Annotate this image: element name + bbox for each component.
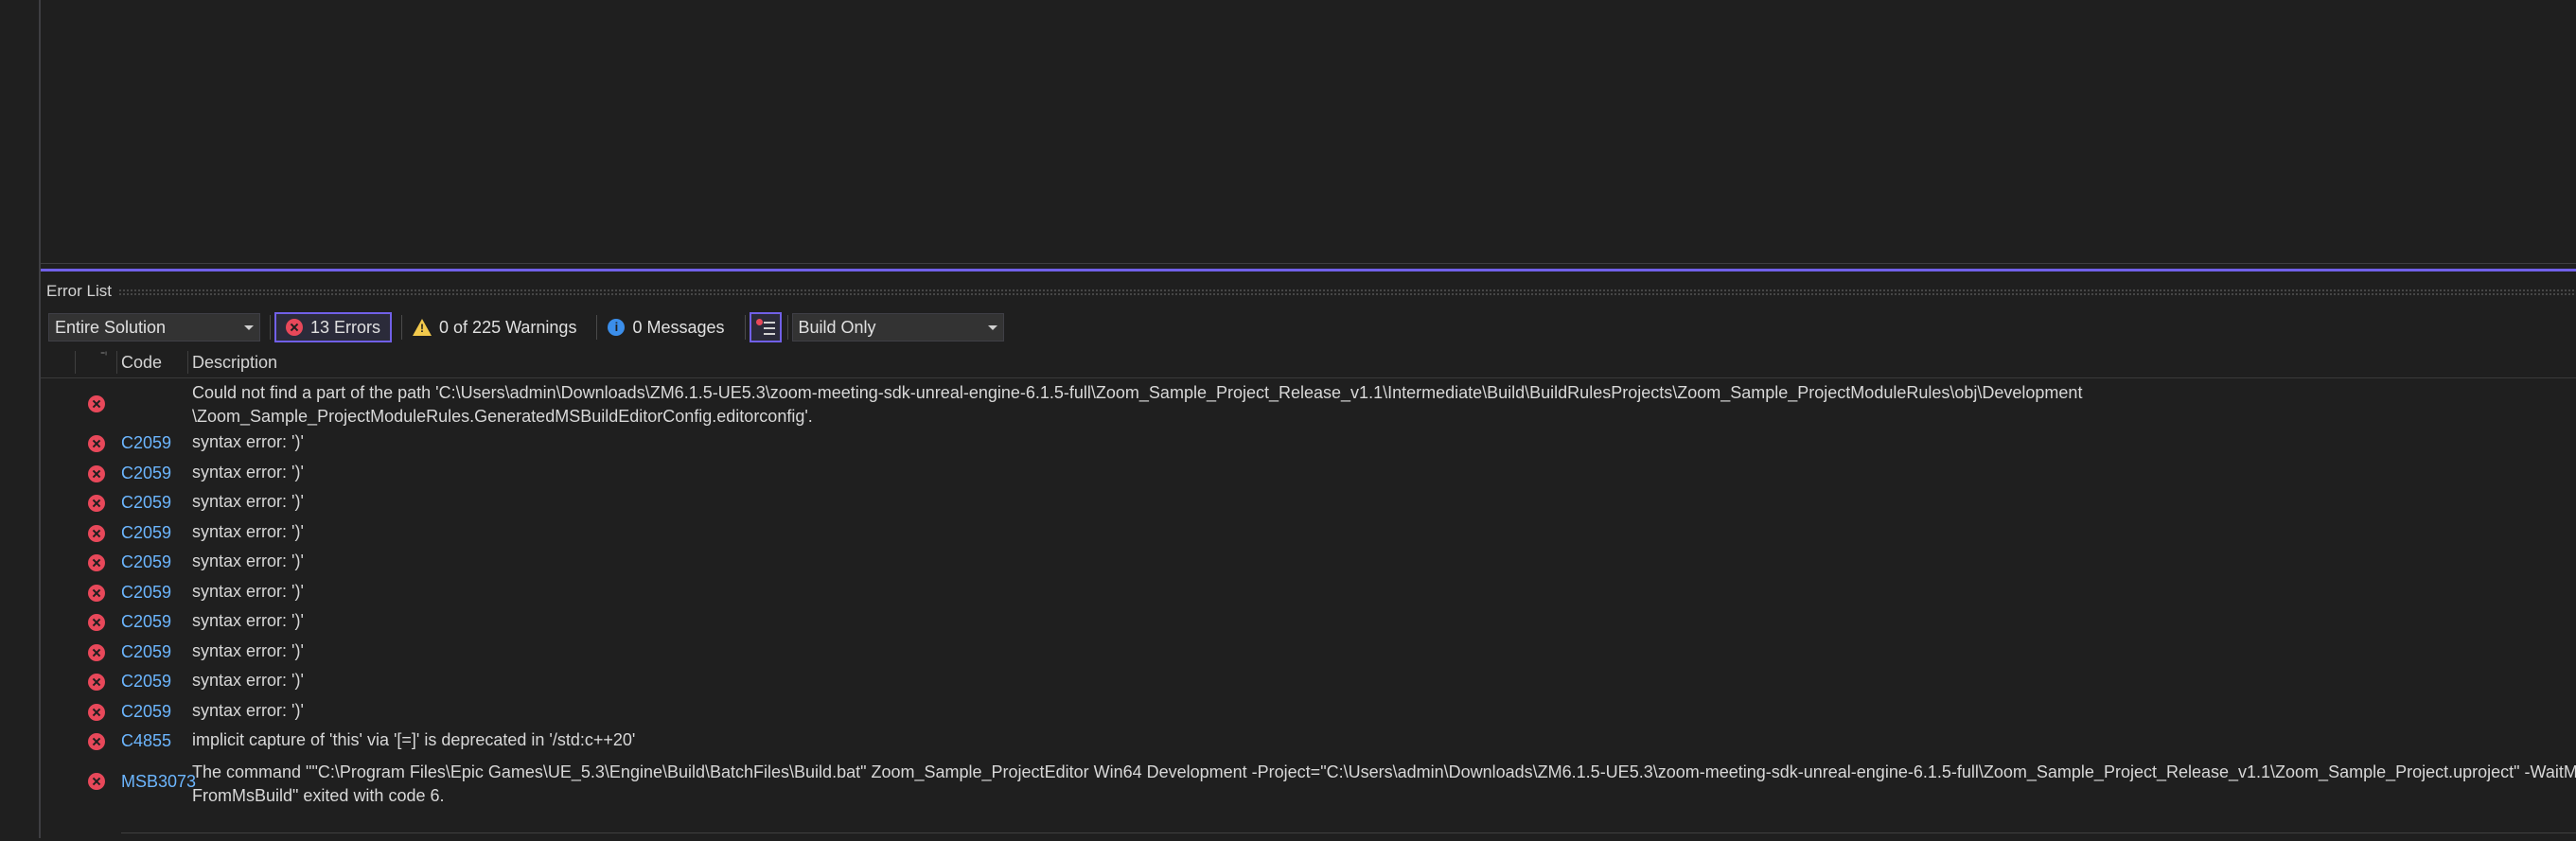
table-row[interactable]: C2059 syntax error: ')' xyxy=(41,609,2576,640)
error-code[interactable]: C2059 xyxy=(121,672,171,692)
error-description-line: \Zoom_Sample_ProjectModuleRules.Generate… xyxy=(192,407,813,426)
error-description: Could not find a part of the path 'C:\Us… xyxy=(192,381,2576,429)
column-header-row: ⁼ᶦ Code Description xyxy=(41,347,2576,378)
table-row[interactable]: C2059 syntax error: ')' xyxy=(41,699,2576,729)
toolbar-separator xyxy=(744,315,746,340)
error-icon xyxy=(88,674,105,691)
error-code[interactable]: C2059 xyxy=(121,702,171,722)
error-description: syntax error: ')' xyxy=(192,611,304,630)
error-description: syntax error: ')' xyxy=(192,671,304,690)
column-divider[interactable] xyxy=(187,351,188,374)
filter-icon xyxy=(755,319,775,336)
table-row[interactable]: Could not find a part of the path 'C:\Us… xyxy=(41,379,2576,430)
error-rows: Could not find a part of the path 'C:\Us… xyxy=(41,379,2576,810)
error-icon xyxy=(88,495,105,512)
error-icon xyxy=(286,319,303,336)
chevron-down-icon xyxy=(987,324,997,330)
errors-filter-label: 13 Errors xyxy=(310,317,381,337)
messages-filter-label: 0 Messages xyxy=(632,317,725,337)
table-row[interactable]: C2059 syntax error: ')' xyxy=(41,430,2576,461)
error-description-line: The command ""C:\Program Files\Epic Game… xyxy=(192,762,2576,781)
scope-dropdown[interactable]: Entire Solution xyxy=(48,313,260,342)
error-description-line: FromMsBuild" exited with code 6. xyxy=(192,785,445,805)
messages-filter-button[interactable]: i 0 Messages xyxy=(597,312,734,342)
toolbar-separator xyxy=(270,315,271,340)
column-chooser-icon[interactable]: ⁼ᶦ xyxy=(100,350,107,360)
error-code[interactable]: C2059 xyxy=(121,523,171,543)
info-icon: i xyxy=(608,319,626,336)
column-header-description[interactable]: Description xyxy=(192,353,277,373)
error-icon xyxy=(88,554,105,571)
error-description: syntax error: ')' xyxy=(192,640,304,660)
warning-icon: ! xyxy=(413,319,432,336)
panel-title-grip[interactable] xyxy=(118,289,2576,296)
errors-filter-button[interactable]: 13 Errors xyxy=(274,312,393,342)
table-row[interactable]: C2059 syntax error: ')' xyxy=(41,520,2576,551)
build-source-dropdown[interactable]: Build Only xyxy=(791,313,1004,342)
error-icon xyxy=(88,584,105,602)
error-description: implicit capture of 'this' via '[=]' is … xyxy=(192,730,636,749)
table-row[interactable]: C2059 syntax error: ')' xyxy=(41,580,2576,610)
error-code[interactable]: C2059 xyxy=(121,552,171,572)
panel-title: Error List xyxy=(46,282,112,300)
error-icon xyxy=(88,395,105,412)
filter-toggle-button[interactable] xyxy=(749,312,782,342)
toolbar-separator xyxy=(786,315,788,340)
column-header-code[interactable]: Code xyxy=(121,353,162,373)
table-row[interactable]: C4855 implicit capture of 'this' via '[=… xyxy=(41,728,2576,759)
error-description-line: Could not find a part of the path 'C:\Us… xyxy=(192,383,2083,402)
error-code[interactable]: C2059 xyxy=(121,583,171,603)
editor-area xyxy=(41,0,2576,264)
error-description: syntax error: ')' xyxy=(192,700,304,720)
error-code[interactable]: C2059 xyxy=(121,433,171,453)
table-row[interactable]: C2059 syntax error: ')' xyxy=(41,550,2576,580)
scope-dropdown-value: Entire Solution xyxy=(55,317,167,337)
warnings-filter-button[interactable]: ! 0 of 225 Warnings xyxy=(402,312,587,342)
column-divider[interactable] xyxy=(116,351,117,374)
table-row[interactable]: C2059 syntax error: ')' xyxy=(41,490,2576,520)
error-icon xyxy=(88,614,105,631)
error-icon xyxy=(88,703,105,721)
error-description: syntax error: ')' xyxy=(192,492,304,511)
error-code[interactable]: MSB3073 xyxy=(121,772,196,792)
error-icon xyxy=(88,524,105,542)
error-list-panel: Error List Entire Solution 13 Errors ! 0… xyxy=(41,269,2576,841)
chevron-down-icon xyxy=(244,324,254,330)
table-row[interactable]: C2059 syntax error: ')' xyxy=(41,669,2576,699)
error-icon xyxy=(88,643,105,661)
column-divider[interactable] xyxy=(75,351,76,374)
error-icon xyxy=(88,464,105,482)
build-source-value: Build Only xyxy=(798,317,876,337)
error-description: syntax error: ')' xyxy=(192,581,304,601)
error-icon xyxy=(88,772,105,790)
horizontal-scrollbar-track[interactable] xyxy=(121,832,2576,833)
error-code[interactable]: C2059 xyxy=(121,493,171,513)
left-gutter xyxy=(0,0,41,838)
error-icon xyxy=(88,435,105,452)
error-description: syntax error: ')' xyxy=(192,462,304,482)
warnings-filter-label: 0 of 225 Warnings xyxy=(439,317,577,337)
error-code[interactable]: C2059 xyxy=(121,612,171,632)
error-code[interactable]: C4855 xyxy=(121,731,171,751)
error-list-toolbar: Entire Solution 13 Errors ! 0 of 225 War… xyxy=(48,309,2576,345)
error-description: syntax error: ')' xyxy=(192,552,304,570)
error-code[interactable]: C2059 xyxy=(121,464,171,483)
error-description: syntax error: ')' xyxy=(192,521,304,541)
table-row[interactable]: C2059 syntax error: ')' xyxy=(41,640,2576,670)
error-description: The command ""C:\Program Files\Epic Game… xyxy=(192,761,2576,808)
error-icon xyxy=(88,733,105,750)
table-row[interactable]: C2059 syntax error: ')' xyxy=(41,461,2576,491)
error-description: syntax error: ')' xyxy=(192,432,304,451)
error-code[interactable]: C2059 xyxy=(121,642,171,662)
table-row[interactable]: MSB3073 The command ""C:\Program Files\E… xyxy=(41,759,2576,810)
